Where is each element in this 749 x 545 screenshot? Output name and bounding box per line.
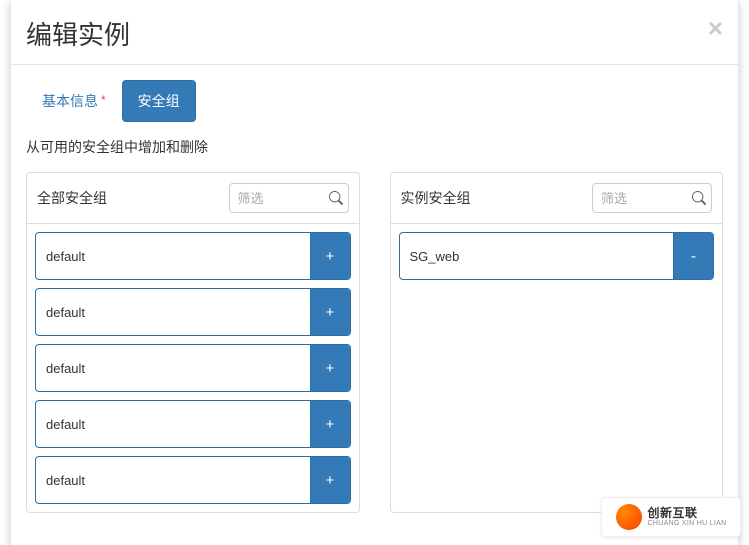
instance-groups-list: SG_web -: [391, 224, 723, 288]
add-button[interactable]: +: [310, 233, 350, 279]
required-asterisk-icon: *: [101, 96, 106, 106]
group-name: default: [36, 289, 310, 335]
add-button[interactable]: +: [310, 345, 350, 391]
tab-label: 安全组: [138, 91, 180, 111]
watermark-en: CHUANG XIN HU LIAN: [648, 520, 727, 528]
remove-button[interactable]: -: [673, 233, 713, 279]
list-item: default +: [35, 288, 351, 336]
search-icon: [329, 191, 343, 205]
dual-list: 全部安全组 default + default +: [26, 172, 723, 513]
instance-groups-header: 实例安全组: [391, 173, 723, 224]
tab-label: 基本信息: [42, 91, 98, 111]
group-name: SG_web: [400, 233, 674, 279]
watermark-text: 创新互联 CHUANG XIN HU LIAN: [648, 507, 727, 528]
list-item: SG_web -: [399, 232, 715, 280]
available-groups-list: default + default + default + default +: [27, 224, 359, 512]
instance-groups-panel: 实例安全组 SG_web -: [390, 172, 724, 513]
panel-description: 从可用的安全组中增加和删除: [26, 137, 723, 157]
group-name: default: [36, 345, 310, 391]
add-button[interactable]: +: [310, 401, 350, 447]
search-icon: [692, 191, 706, 205]
list-item: default +: [35, 232, 351, 280]
list-item: default +: [35, 400, 351, 448]
tab-bar: 基本信息 * 安全组: [26, 80, 723, 122]
group-name: default: [36, 401, 310, 447]
available-groups-header: 全部安全组: [27, 173, 359, 224]
watermark-badge: 创新互联 CHUANG XIN HU LIAN: [601, 497, 741, 537]
available-filter: [229, 183, 349, 213]
group-name: default: [36, 233, 310, 279]
list-item: default +: [35, 456, 351, 504]
watermark-cn: 创新互联: [648, 507, 727, 520]
modal-title: 编辑实例: [26, 15, 130, 52]
tab-security-group[interactable]: 安全组: [122, 80, 196, 122]
watermark-logo-icon: [616, 504, 642, 530]
add-button[interactable]: +: [310, 457, 350, 503]
list-item: default +: [35, 344, 351, 392]
group-name: default: [36, 457, 310, 503]
add-button[interactable]: +: [310, 289, 350, 335]
instance-groups-title: 实例安全组: [401, 188, 471, 208]
instance-filter: [592, 183, 712, 213]
tab-basic-info[interactable]: 基本信息 *: [26, 80, 122, 122]
available-groups-title: 全部安全组: [37, 188, 107, 208]
modal-body: 基本信息 * 安全组 从可用的安全组中增加和删除 全部安全组: [11, 65, 738, 545]
close-icon[interactable]: ×: [708, 15, 723, 41]
available-groups-panel: 全部安全组 default + default +: [26, 172, 360, 513]
edit-instance-modal: 编辑实例 × 基本信息 * 安全组 从可用的安全组中增加和删除 全部安全组: [10, 0, 739, 545]
modal-header: 编辑实例 ×: [11, 0, 738, 65]
